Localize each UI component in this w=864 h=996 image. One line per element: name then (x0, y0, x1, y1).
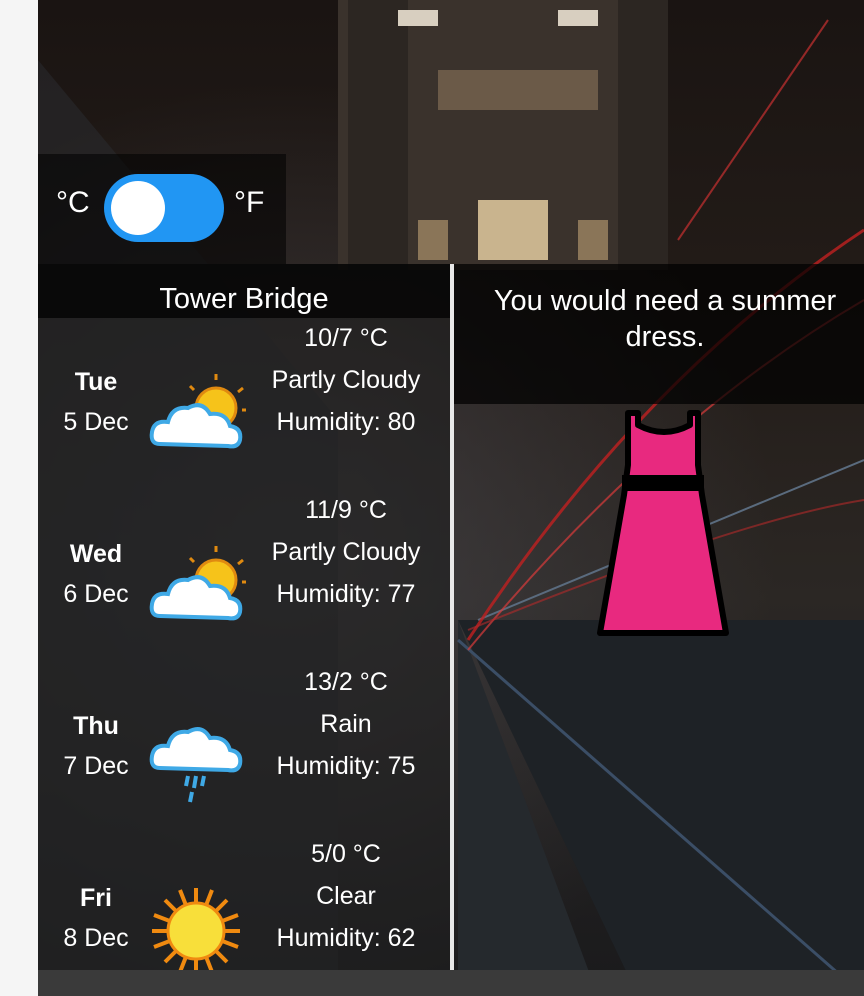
forecast-day: Tue (74, 368, 118, 396)
forecast-condition: Rain (320, 710, 372, 738)
unit-toggle-switch[interactable] (104, 174, 224, 242)
forecast-date: 5 Dec (63, 408, 129, 436)
forecast-condition: Partly Cloudy (271, 366, 421, 394)
forecast-humidity: Humidity: 80 (276, 408, 416, 436)
dress-icon (597, 410, 729, 636)
forecast-humidity: Humidity: 77 (276, 580, 416, 608)
city-name: Tower Bridge (159, 283, 329, 315)
forecast-condition: Partly Cloudy (271, 538, 421, 566)
partly-cloudy-icon (146, 370, 248, 460)
forecast-date: 6 Dec (63, 580, 129, 608)
forecast-temperature: 10/7 °C (304, 324, 388, 352)
rain-icon (146, 714, 246, 804)
forecast-temperature: 5/0 °C (311, 840, 381, 868)
forecast-condition: Clear (316, 882, 376, 910)
fahrenheit-label: °F (234, 186, 265, 219)
partly-cloudy-icon (146, 542, 248, 632)
forecast-date: 7 Dec (63, 752, 129, 780)
forecast-day: Thu (73, 712, 119, 740)
forecast-humidity: Humidity: 75 (276, 752, 416, 780)
toggle-knob[interactable] (111, 181, 165, 235)
forecast-day: Fri (80, 884, 112, 912)
clothing-advice: You would need a summer dress. (493, 285, 837, 353)
forecast-date: 8 Dec (63, 924, 129, 952)
forecast-humidity: Humidity: 62 (276, 924, 416, 952)
sun-icon (146, 886, 246, 976)
forecast-temperature: 11/9 °C (305, 496, 387, 524)
celsius-label: °C (56, 186, 90, 219)
bottom-bar (38, 970, 864, 996)
forecast-day: Wed (69, 540, 123, 568)
forecast-temperature: 13/2 °C (304, 668, 388, 696)
